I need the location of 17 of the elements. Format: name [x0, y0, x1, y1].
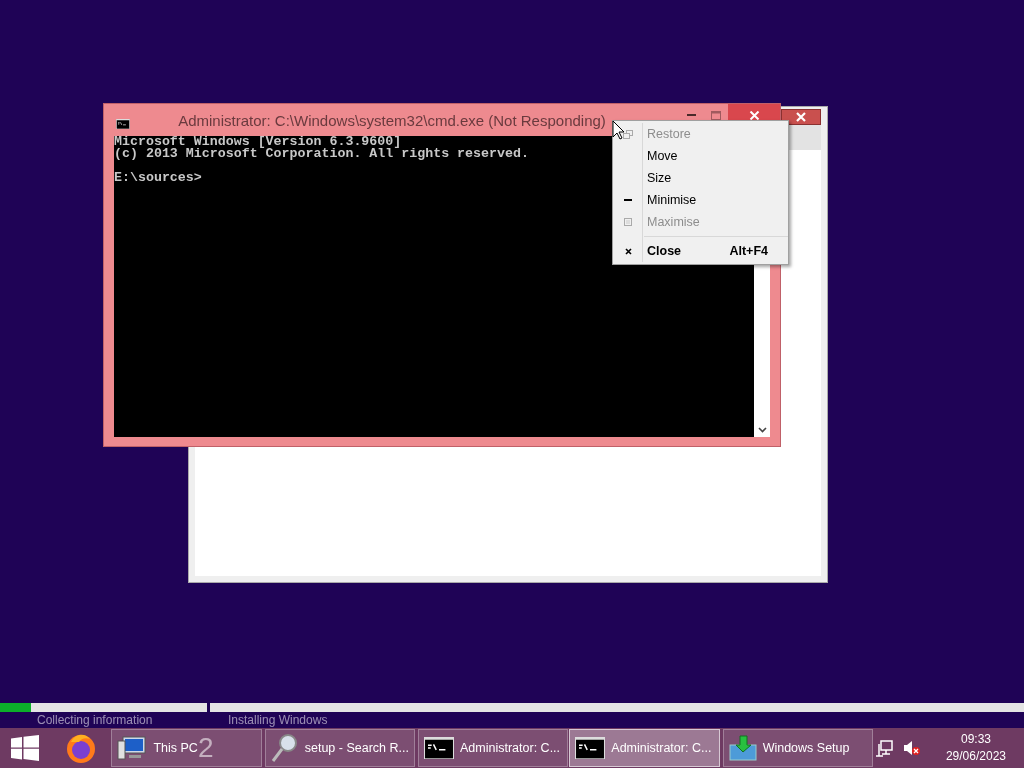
taskbar-button[interactable]: Administrator: C...	[418, 729, 569, 767]
taskbar-button[interactable]: Administrator: C...	[569, 729, 720, 767]
taskbar-button[interactable]: Windows Setup	[722, 729, 873, 767]
menu-item[interactable]: Close Alt+F4	[613, 240, 788, 262]
shortcut-label: Alt+F4	[729, 244, 768, 258]
progress-label: Installing Windows	[228, 713, 328, 727]
menu-item[interactable]: Size	[613, 167, 788, 189]
window-title: Administrator: C:\Windows\system32\cmd.exe (Not Responding)	[177, 111, 607, 129]
menu-item[interactable]: Move	[613, 145, 788, 167]
menu-item[interactable]: Minimise	[613, 189, 788, 211]
window-count: 2	[197, 734, 214, 762]
taskbar-button[interactable]: setup - Search R...	[264, 729, 416, 767]
console-line: Microsoft Windows [Version 6.3.9600]	[114, 136, 402, 148]
console-line: (c) 2013 Microsoft Corporation. All rights reserved.	[114, 148, 529, 160]
progress-label: Collecting information	[37, 713, 153, 727]
console-prompt: E:\sources>	[114, 172, 202, 184]
clock[interactable]: 09:33 29/06/2023	[945, 731, 1006, 765]
